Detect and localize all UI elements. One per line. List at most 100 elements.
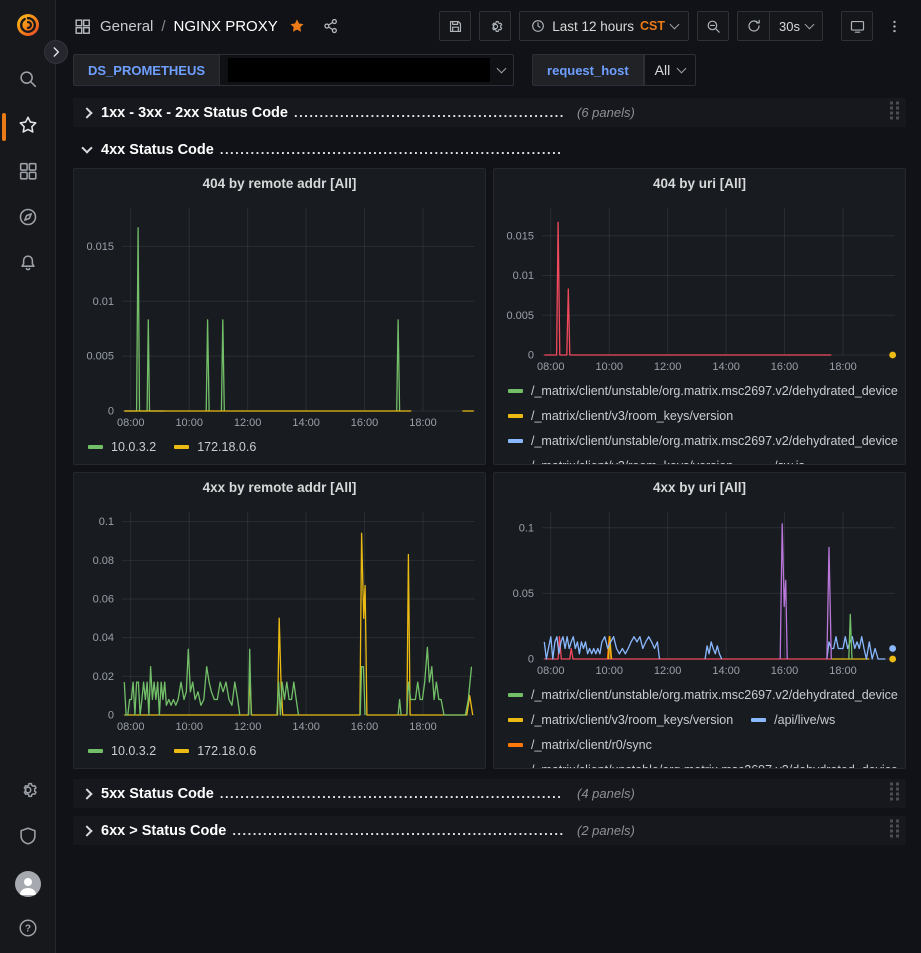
svg-text:12:00: 12:00: [654, 361, 682, 373]
legend-swatch: [751, 464, 766, 465]
row-header-6xx[interactable]: 6xx > Status Code (2 panels): [73, 816, 906, 845]
sidebar: ?: [0, 0, 56, 953]
svg-text:0: 0: [108, 710, 114, 722]
dotted-leader: [220, 785, 563, 803]
legend-item[interactable]: /_matrix/client/v3/room_keys/version: [508, 707, 733, 732]
legend-item[interactable]: /_matrix/client/unstable/org.matrix.msc2…: [508, 378, 898, 403]
legend-item[interactable]: /_matrix/client/v3/room_keys/version: [508, 403, 733, 428]
legend-label: 10.0.3.2: [111, 744, 156, 758]
timeseries-chart[interactable]: 08:0010:0012:0014:0016:0018:0000.0050.01…: [494, 198, 905, 376]
ds-prometheus-select[interactable]: [220, 54, 514, 86]
search-icon: [17, 68, 39, 95]
panel-title[interactable]: 404 by uri [All]: [494, 169, 905, 198]
sidebar-item-explore[interactable]: [0, 196, 56, 242]
legend-swatch: [508, 768, 523, 769]
chevron-down-icon: [805, 20, 815, 30]
legend-swatch: [508, 464, 523, 465]
time-range-picker[interactable]: Last 12 hours CST: [519, 11, 689, 41]
drag-handle-icon[interactable]: [890, 781, 900, 806]
dashboard-title[interactable]: NGINX PROXY: [174, 18, 278, 35]
legend-item[interactable]: /_matrix/client/v3/room_keys/version: [508, 453, 733, 464]
legend-item[interactable]: /_matrix/client/unstable/org.matrix.msc2…: [508, 682, 898, 707]
legend-swatch: [508, 718, 523, 722]
row-header-1xx[interactable]: 1xx - 3xx - 2xx Status Code (6 panels): [73, 98, 906, 127]
favorite-star-icon[interactable]: [288, 17, 306, 35]
legend-item[interactable]: /sw.js: [751, 453, 805, 464]
panel-title[interactable]: 4xx by uri [All]: [494, 473, 905, 502]
row-title: 5xx Status Code: [101, 786, 214, 802]
sidebar-item-configuration[interactable]: [0, 769, 56, 815]
panel-grid: 404 by remote addr [All] 08:00 10:00 12:00…: [73, 168, 906, 769]
legend-item[interactable]: /_matrix/client/unstable/org.matrix.msc2…: [508, 428, 898, 453]
row-panel-count: (6 panels): [577, 105, 635, 120]
svg-text:10:00: 10:00: [175, 417, 203, 429]
timeseries-chart[interactable]: 08:0010:0012:0014:0016:0018:0000.0050.01…: [74, 198, 485, 432]
breadcrumb: General / NGINX PROXY: [73, 17, 340, 36]
legend-item[interactable]: /_matrix/client/unstable/org.matrix.msc2…: [508, 757, 898, 768]
svg-text:18:00: 18:00: [409, 721, 437, 733]
panel-4xx-by-remote-addr: 4xx by remote addr [All] 08:0010:0012:00…: [73, 472, 486, 769]
refresh-button[interactable]: [737, 11, 769, 41]
share-icon[interactable]: [322, 17, 340, 35]
dashboard-settings-button[interactable]: [479, 11, 511, 41]
panel-title[interactable]: 4xx by remote addr [All]: [74, 473, 485, 502]
svg-text:14:00: 14:00: [712, 361, 740, 373]
sidebar-expand-button[interactable]: [44, 40, 68, 64]
legend-item[interactable]: 172.18.0.6: [174, 738, 256, 763]
chevron-down-icon: [497, 64, 507, 74]
panel-legend: 10.0.3.2 172.18.0.6: [74, 432, 485, 464]
shield-icon: [17, 825, 39, 852]
refresh-interval-label: 30s: [779, 19, 800, 34]
ds-prometheus-value-redacted: [228, 58, 490, 82]
sidebar-item-help[interactable]: ?: [0, 907, 56, 953]
legend-swatch: [508, 439, 523, 443]
row-header-4xx[interactable]: 4xx Status Code: [73, 135, 906, 164]
row-title: 1xx - 3xx - 2xx Status Code: [101, 105, 288, 121]
kebab-menu-button[interactable]: [881, 11, 907, 41]
zoom-out-button[interactable]: [697, 11, 729, 41]
timeseries-chart[interactable]: 08:0010:0012:0014:0016:0018:0000.050.1: [494, 502, 905, 680]
panel-legend: 10.0.3.2 172.18.0.6: [74, 736, 485, 768]
chevron-right-icon: [81, 107, 92, 118]
svg-text:14:00: 14:00: [292, 721, 320, 733]
breadcrumb-section[interactable]: General: [100, 18, 153, 35]
svg-text:18:00: 18:00: [409, 417, 437, 429]
sidebar-item-search[interactable]: [0, 58, 56, 104]
sidebar-item-server-admin[interactable]: [0, 815, 56, 861]
panel-title[interactable]: 404 by remote addr [All]: [74, 169, 485, 198]
svg-text:16:00: 16:00: [351, 417, 379, 429]
legend-item[interactable]: 10.0.3.2: [88, 434, 156, 459]
panel-404-by-uri: 404 by uri [All] 08:0010:0012:0014:0016:…: [493, 168, 906, 465]
drag-handle-icon[interactable]: [890, 100, 900, 125]
sidebar-item-dashboards[interactable]: [0, 150, 56, 196]
chevron-right-icon: [81, 825, 92, 836]
svg-text:0: 0: [108, 406, 114, 418]
legend-label: /_matrix/client/unstable/org.matrix.msc2…: [531, 384, 898, 398]
cycle-view-mode-button[interactable]: [841, 11, 873, 41]
drag-handle-icon[interactable]: [890, 818, 900, 843]
request-host-label[interactable]: request_host: [532, 54, 644, 86]
row-header-5xx[interactable]: 5xx Status Code (4 panels): [73, 779, 906, 808]
legend-item[interactable]: /api/live/ws: [751, 707, 835, 732]
top-navbar: General / NGINX PROXY: [57, 0, 921, 52]
svg-text:10:00: 10:00: [595, 361, 623, 373]
request-host-select[interactable]: All: [644, 54, 697, 86]
svg-text:?: ?: [24, 923, 30, 934]
ds-prometheus-label[interactable]: DS_PROMETHEUS: [73, 54, 220, 86]
svg-text:0.01: 0.01: [513, 270, 534, 282]
sidebar-item-profile[interactable]: [0, 861, 56, 907]
legend-item[interactable]: 10.0.3.2: [88, 738, 156, 763]
timeseries-chart[interactable]: 08:0010:0012:0014:0016:0018:0000.020.040…: [74, 502, 485, 736]
legend-item[interactable]: /_matrix/client/r0/sync: [508, 732, 652, 757]
navbar-actions: Last 12 hours CST 30s: [439, 11, 907, 41]
grafana-logo[interactable]: [13, 10, 43, 40]
sidebar-item-alerting[interactable]: [0, 242, 56, 288]
help-icon: ?: [17, 917, 39, 944]
legend-item[interactable]: 172.18.0.6: [174, 434, 256, 459]
svg-text:10:00: 10:00: [595, 665, 623, 677]
save-dashboard-button[interactable]: [439, 11, 471, 41]
svg-text:08:00: 08:00: [537, 665, 565, 677]
refresh-interval-dropdown[interactable]: 30s: [769, 11, 823, 41]
sidebar-item-starred[interactable]: [0, 104, 56, 150]
chevron-down-icon: [677, 64, 687, 74]
